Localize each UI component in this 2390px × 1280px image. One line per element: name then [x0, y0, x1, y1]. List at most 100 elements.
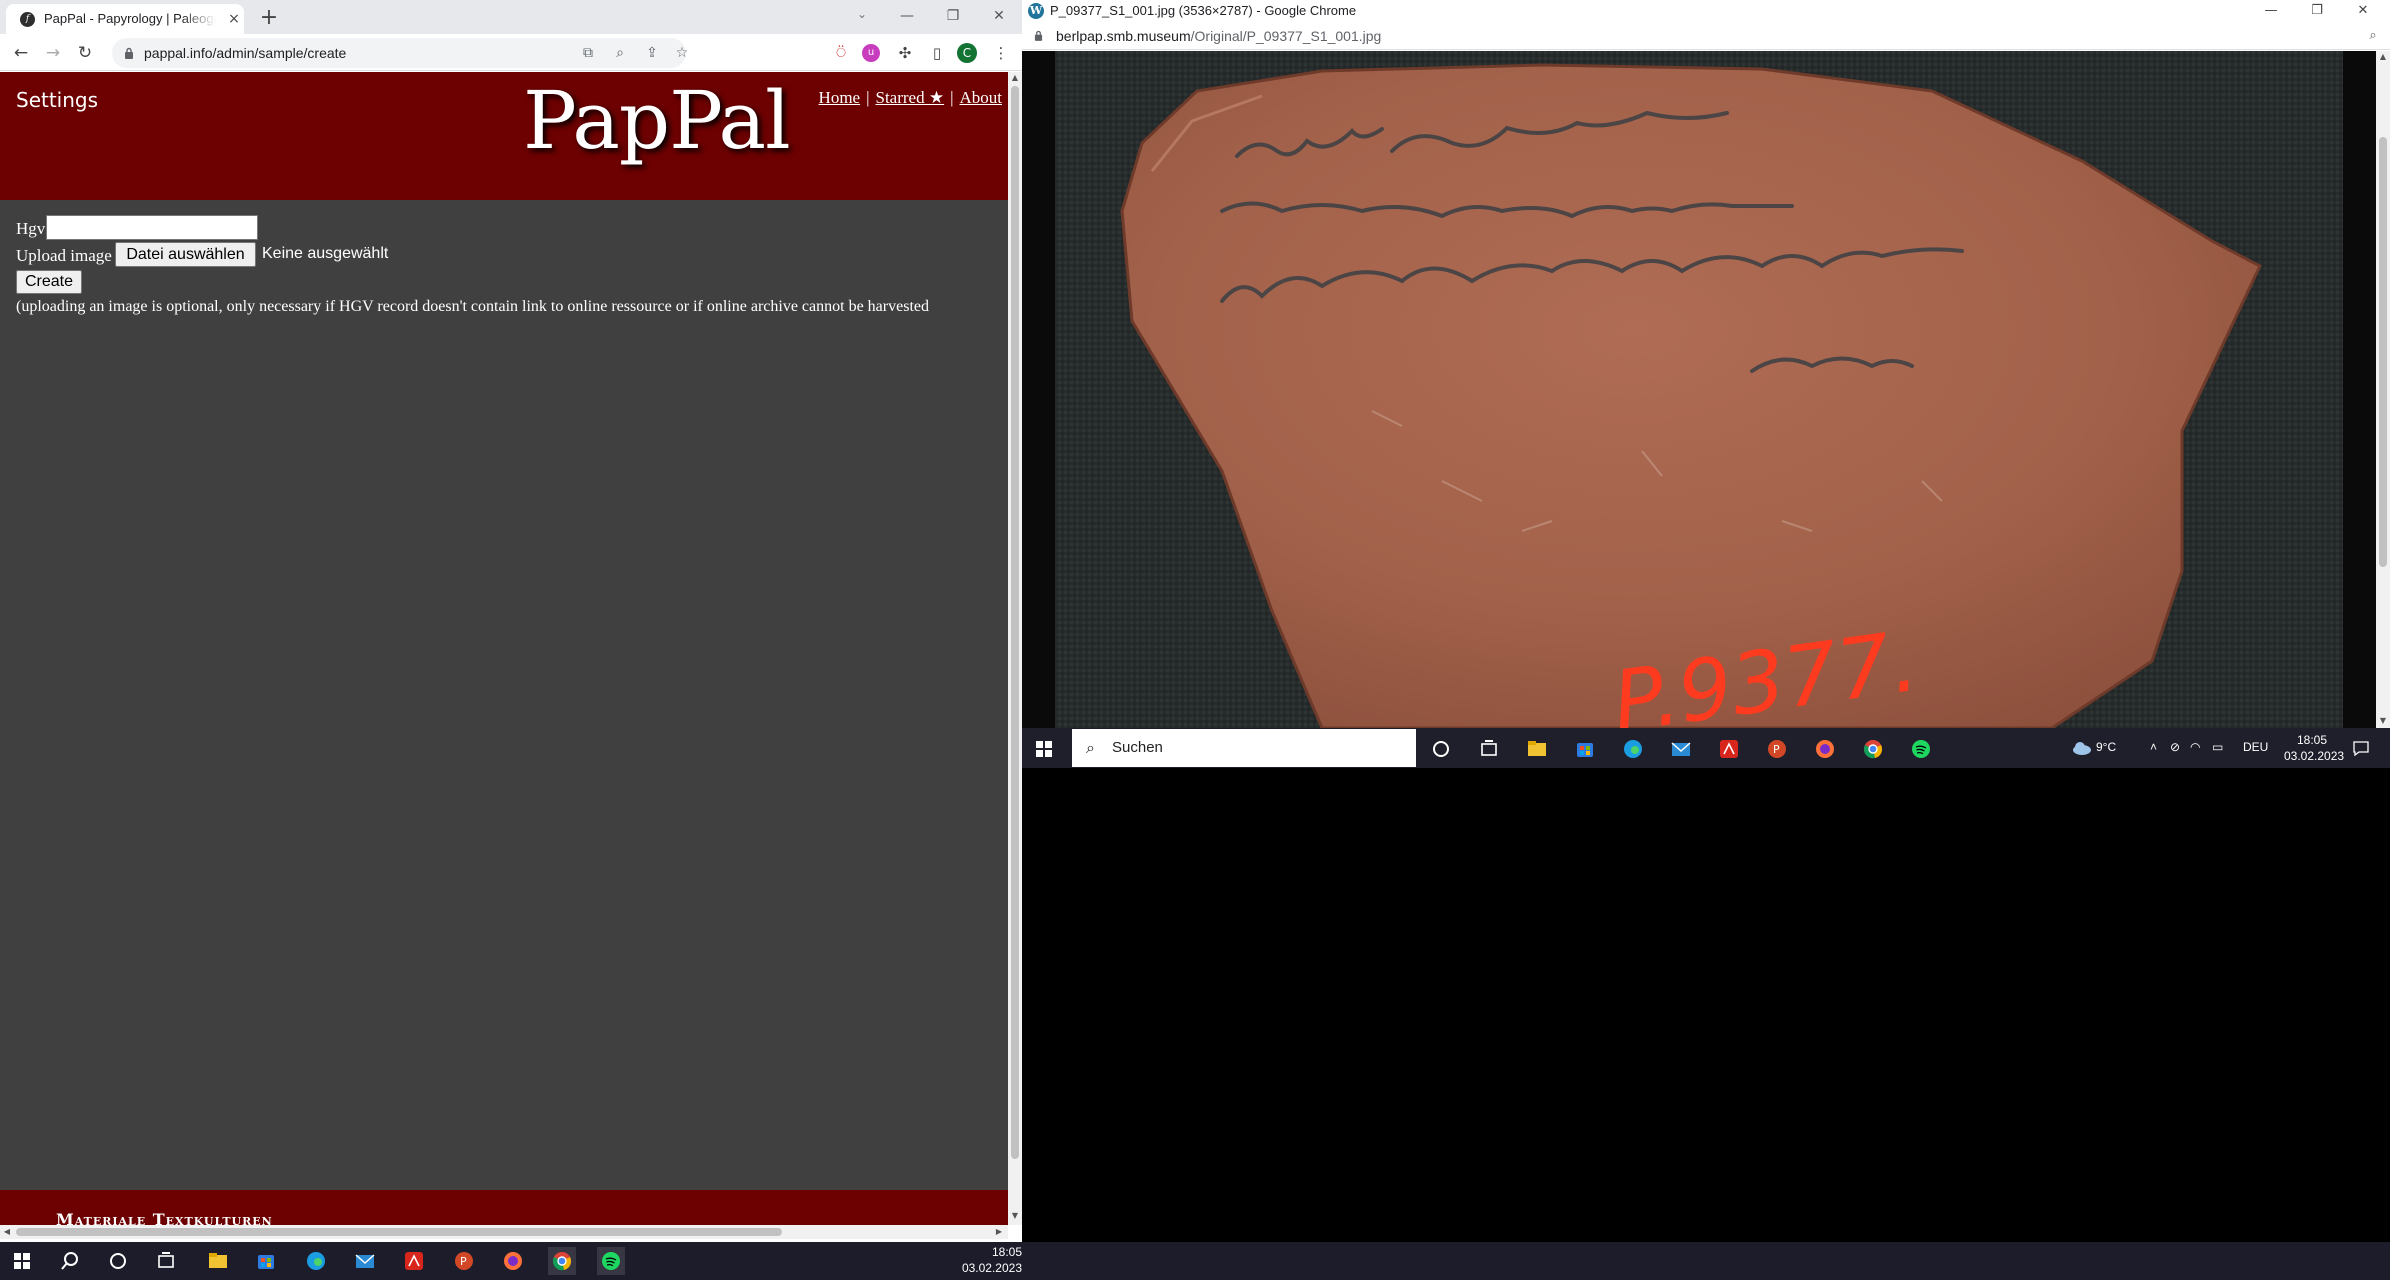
task-view-icon[interactable] — [152, 1247, 180, 1275]
right-window-titlebar: W P_09377_S1_001.jpg (3536×2787) - Googl… — [1022, 0, 2390, 22]
chrome-icon[interactable] — [1858, 734, 1888, 764]
right-taskbar-time: 18:05 — [2296, 733, 2328, 747]
spotify-icon[interactable] — [1906, 734, 1936, 764]
taskbar-clock[interactable]: 18:05 03.02.2023 — [956, 1244, 1022, 1276]
edge-icon[interactable] — [302, 1247, 330, 1275]
back-button[interactable]: ← — [10, 42, 32, 64]
profile-avatar[interactable]: C — [957, 43, 977, 63]
right-url-host: berlpap.smb.museum — [1056, 28, 1191, 44]
side-panel-icon[interactable]: ▯ — [926, 42, 948, 64]
firefox-icon[interactable] — [1810, 734, 1840, 764]
address-bar[interactable]: pappal.info/admin/sample/create ⧉ ⌕ ⇪ ☆ — [112, 38, 688, 68]
nav-about-link[interactable]: About — [960, 88, 1003, 107]
restore-button[interactable]: ❐ — [930, 0, 976, 32]
right-vertical-scroll-thumb[interactable] — [2379, 137, 2387, 567]
powerpoint-icon[interactable]: P — [1762, 734, 1792, 764]
cortana-icon[interactable] — [104, 1247, 132, 1275]
right-address-url: berlpap.smb.museum/Original/P_09377_S1_0… — [1056, 28, 1381, 44]
task-view-icon[interactable] — [1474, 734, 1504, 764]
extension-red-icon[interactable]: ⍥ — [830, 42, 852, 64]
mail-icon[interactable] — [351, 1247, 379, 1275]
file-explorer-icon[interactable] — [1522, 734, 1552, 764]
zoom-icon[interactable]: ⌕ — [610, 43, 630, 63]
right-vertical-scrollbar[interactable]: ▲ ▼ — [2376, 51, 2390, 728]
weather-temperature[interactable]: 9°C — [2096, 740, 2116, 754]
taskbar-date: 03.02.2023 — [961, 1261, 1022, 1275]
extensions-puzzle-icon[interactable]: ✣ — [894, 42, 916, 64]
hgv-label: Hgv — [16, 219, 46, 238]
create-button[interactable]: Create — [16, 270, 82, 294]
right-zoom-icon[interactable]: ⌕ — [2364, 27, 2382, 45]
cortana-icon[interactable] — [1426, 734, 1456, 764]
choose-file-button[interactable]: Datei auswählen — [115, 242, 256, 267]
windows-start-icon[interactable] — [14, 1253, 30, 1269]
upload-hint-text: (uploading an image is optional, only ne… — [16, 298, 929, 315]
bookmark-star-icon[interactable]: ☆ — [672, 43, 692, 63]
horizontal-scroll-thumb[interactable] — [16, 1228, 782, 1236]
tab-pappal[interactable]: 𝑓 PapPal - Papyrology | Paleography × — [6, 4, 244, 34]
powerpoint-icon[interactable]: P — [450, 1247, 478, 1275]
scroll-right-icon[interactable]: ▶ — [995, 1228, 1003, 1236]
top-navigation: Home | Starred ★ | About — [819, 88, 1002, 108]
pappal-logo: PapPal — [523, 74, 791, 167]
acrobat-icon[interactable] — [400, 1247, 428, 1275]
svg-text:P: P — [1773, 743, 1780, 756]
forward-button[interactable]: → — [42, 42, 64, 64]
right-embedded-taskbar: ⌕ Suchen P 9°C ˄ ⊘ ◠ ▭ DEU 18:05 03.02.2… — [1022, 728, 2390, 768]
vertical-scroll-thumb[interactable] — [1011, 86, 1019, 1159]
settings-link[interactable]: Settings — [16, 88, 98, 112]
file-explorer-icon[interactable] — [204, 1247, 232, 1275]
right-scroll-down-icon[interactable]: ▼ — [2379, 717, 2387, 725]
nav-starred-link[interactable]: Starred ★ — [876, 88, 945, 107]
hgv-input[interactable] — [46, 215, 258, 240]
scroll-down-icon[interactable]: ▼ — [1011, 1212, 1019, 1220]
mail-icon[interactable] — [1666, 734, 1696, 764]
store-icon[interactable] — [252, 1247, 280, 1275]
taskbar-time: 18:05 — [991, 1245, 1022, 1259]
tab-title: PapPal - Papyrology | Paleography — [44, 11, 216, 26]
close-window-button[interactable]: ✕ — [976, 0, 1022, 32]
right-minimize-button[interactable]: — — [2248, 0, 2294, 22]
right-restore-button[interactable]: ❐ — [2294, 0, 2340, 22]
chrome-icon[interactable] — [548, 1247, 576, 1275]
notification-icon[interactable] — [2352, 739, 2370, 757]
extension-purple-icon[interactable]: u — [862, 44, 880, 62]
language-indicator[interactable]: DEU — [2243, 740, 2268, 754]
windows-start-icon[interactable] — [1036, 741, 1052, 757]
chrome-menu-icon[interactable]: ⋮ — [990, 42, 1012, 64]
edge-icon[interactable] — [1618, 734, 1648, 764]
vertical-scrollbar[interactable]: ▲ ▼ — [1008, 72, 1022, 1225]
acrobat-icon[interactable] — [1714, 734, 1744, 764]
nav-home-link[interactable]: Home — [819, 88, 861, 107]
new-tab-button[interactable]: + — [256, 5, 282, 31]
right-scroll-up-icon[interactable]: ▲ — [2379, 53, 2387, 61]
battery-icon[interactable]: ▭ — [2212, 740, 2223, 754]
tab-search-icon[interactable]: ⌄ — [852, 7, 872, 27]
tab-close-icon[interactable]: × — [226, 11, 242, 27]
store-icon[interactable] — [1570, 734, 1600, 764]
minimize-button[interactable]: — — [884, 0, 930, 32]
firefox-icon[interactable] — [499, 1247, 527, 1275]
reload-button[interactable]: ↻ — [74, 42, 96, 64]
network-off-icon[interactable]: ⊘ — [2170, 740, 2180, 754]
scroll-up-icon[interactable]: ▲ — [1011, 74, 1019, 82]
scroll-left-icon[interactable]: ◀ — [3, 1228, 11, 1236]
spotify-icon[interactable] — [597, 1247, 625, 1275]
search-icon[interactable] — [56, 1247, 84, 1275]
upload-image-label: Upload image — [16, 246, 112, 265]
weather-cloud-icon[interactable] — [2070, 736, 2094, 760]
right-address-bar[interactable]: berlpap.smb.museum/Original/P_09377_S1_0… — [1022, 22, 2390, 50]
wifi-icon[interactable]: ◠ — [2190, 740, 2200, 754]
windows-taskbar: P 18:05 03.02.2023 — [0, 1242, 2390, 1280]
taskbar-search-box[interactable]: ⌕ Suchen — [1072, 729, 1416, 767]
tab-strip: 𝑓 PapPal - Papyrology | Paleography × + … — [0, 0, 1022, 34]
tray-overflow-icon[interactable]: ˄ — [2150, 740, 2157, 754]
ostracon-shard — [1120, 63, 2262, 728]
right-taskbar-clock[interactable]: 18:05 03.02.2023 — [2284, 732, 2344, 764]
address-url: pappal.info/admin/sample/create — [144, 45, 347, 61]
share-icon[interactable]: ⇪ — [642, 43, 662, 63]
pappal-favicon-icon: 𝑓 — [20, 12, 35, 27]
translate-icon[interactable]: ⧉ — [578, 43, 598, 63]
horizontal-scrollbar[interactable]: ◀ ▶ — [0, 1225, 1008, 1239]
right-close-button[interactable]: ✕ — [2340, 0, 2386, 22]
